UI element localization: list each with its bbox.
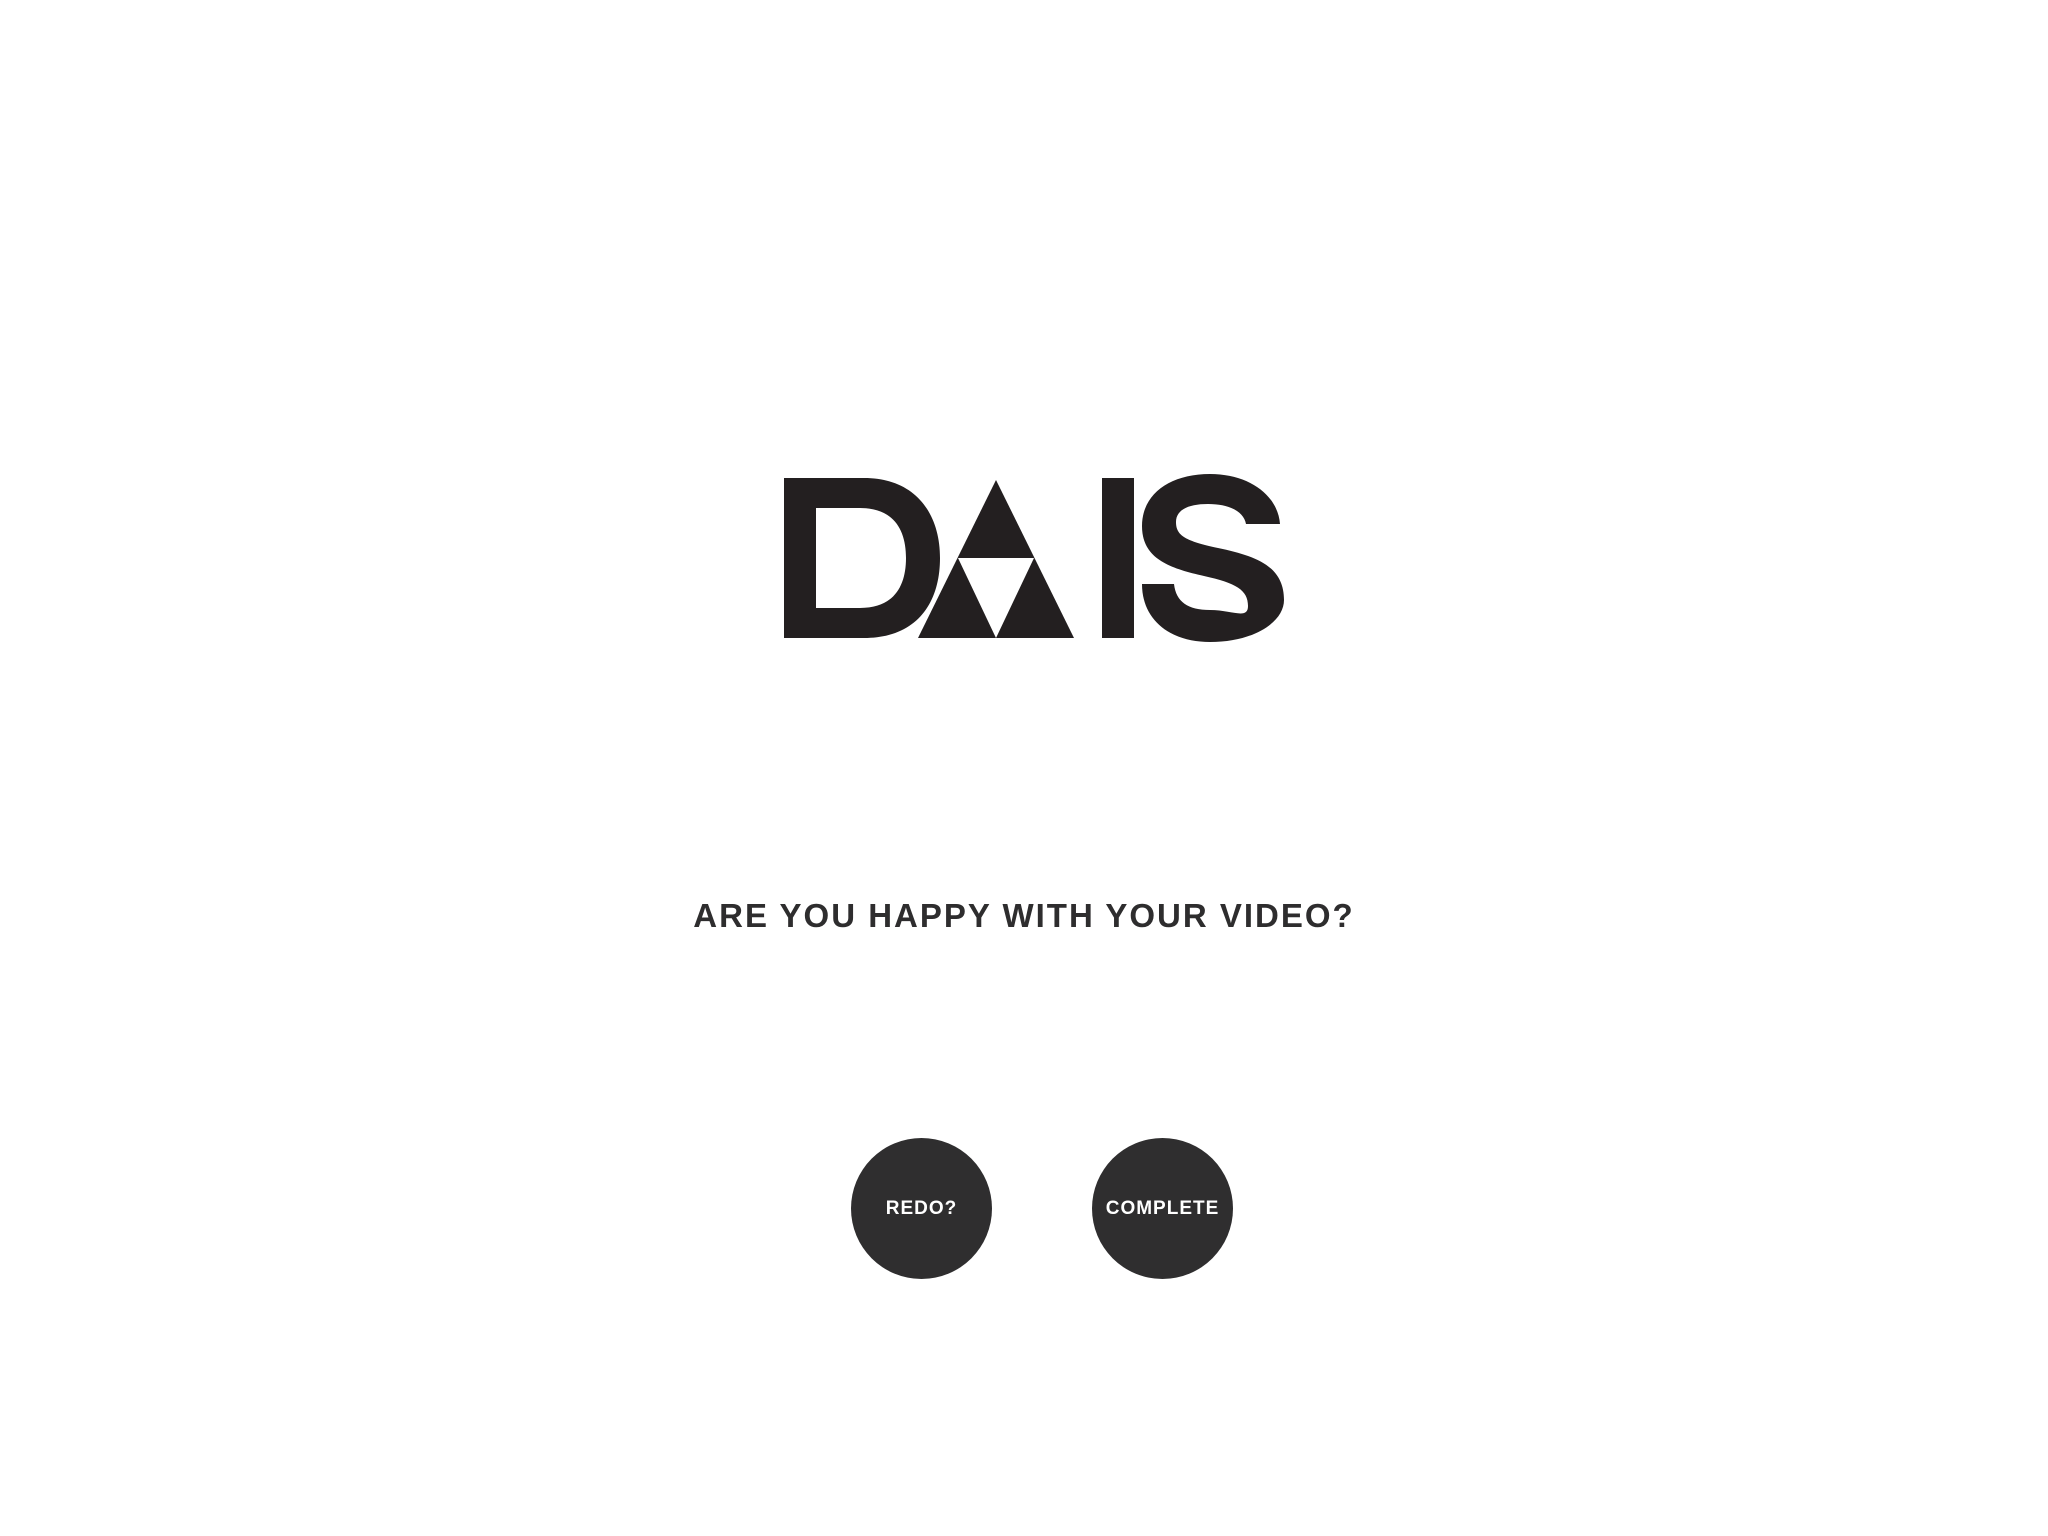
complete-button[interactable]: COMPLETE bbox=[1092, 1138, 1233, 1279]
logo-letter-d bbox=[784, 478, 940, 638]
video-review-screen: ARE YOU HAPPY WITH YOUR VIDEO? REDO? COM… bbox=[0, 0, 2048, 1536]
dais-logo bbox=[784, 474, 1292, 642]
video-confirmation-question: ARE YOU HAPPY WITH YOUR VIDEO? bbox=[693, 897, 1355, 934]
dais-logo-mark bbox=[784, 474, 1284, 642]
redo-button[interactable]: REDO? bbox=[851, 1138, 992, 1279]
logo-letter-i bbox=[1102, 478, 1134, 638]
logo-letter-s bbox=[1142, 474, 1284, 642]
